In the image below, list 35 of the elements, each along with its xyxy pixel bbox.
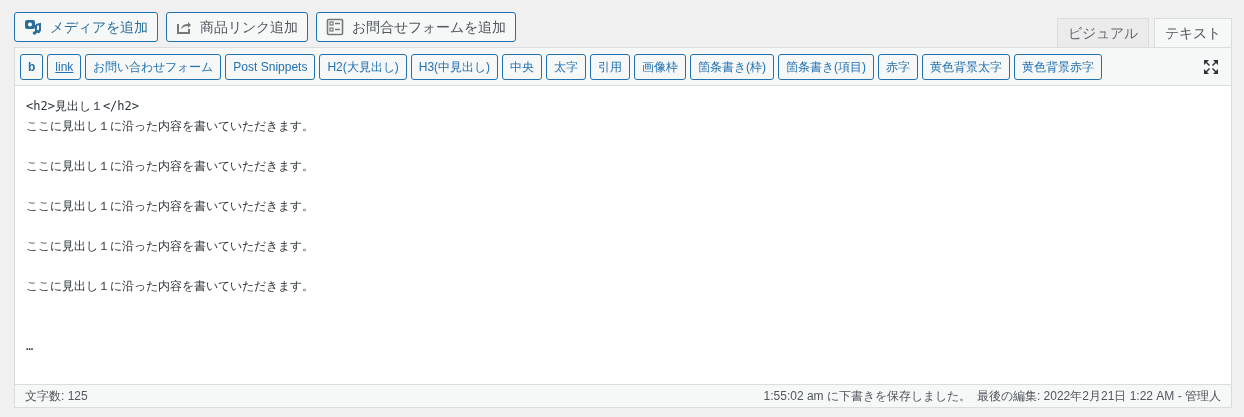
quicktag-button[interactable]: 箇条書き(枠) [690, 53, 775, 80]
autosave-status: 1:55:02 am に下書きを保存しました。 [763, 388, 971, 405]
editor-line: <h2>見出し１</h2> [26, 98, 140, 115]
quicktag-button[interactable]: 箇条書き(項目) [778, 53, 875, 80]
editor-line: ここに見出し１に沿った内容を書いていただきます。 [26, 238, 314, 255]
quicktag-button[interactable]: H3(中見出し) [410, 53, 499, 80]
quicktag-button[interactable]: H2(大見出し) [319, 53, 407, 80]
editor-tab[interactable]: ビジュアル [1057, 18, 1149, 47]
editor-line: ここに見出し１に沿った内容を書いていただきます。 [26, 158, 314, 175]
quicktag-button[interactable]: 中央 [502, 53, 543, 80]
media-button[interactable]: お問合せフォームを追加 [316, 12, 516, 42]
quicktag-button[interactable]: 画像枠 [634, 53, 687, 80]
quicktag-button[interactable]: Post Snippets [225, 53, 316, 80]
quicktag-button[interactable]: 黄色背景赤字 [1014, 53, 1103, 80]
media-icon [24, 18, 42, 36]
text-editor[interactable]: <h2>見出し１</h2> ここに見出し１に沿った内容を書いていただきます。 ここに見出し１に沿った内容を書いていただきます。 ここに見出し１に沿った内容を書いていただきます。 ここに見出し１に沿った内容を書いていただきます。 ここに見出し１に沿った内容を書いていただきます。 … [15, 86, 1231, 384]
media-button[interactable]: メディアを追加 [14, 12, 158, 42]
quicktag-button[interactable]: 赤字 [878, 53, 919, 80]
fullscreen-icon[interactable] [1202, 57, 1220, 76]
editor-line: ここに見出し１に沿った内容を書いていただきます。 [26, 118, 314, 135]
editor-line: … [26, 338, 34, 355]
quicktag-button[interactable]: お問い合わせフォーム [85, 53, 222, 80]
editor-tab[interactable]: テキスト [1154, 18, 1232, 47]
quicktag-button[interactable]: 太字 [546, 53, 587, 80]
word-count: 文字数: 125 [25, 388, 88, 405]
media-button[interactable]: 商品リンク追加 [166, 12, 308, 42]
editor-line: ここに見出し１に沿った内容を書いていただきます。 [26, 278, 314, 295]
editor-line: ここに見出し１に沿った内容を書いていただきます。 [26, 198, 314, 215]
quicktag-button[interactable]: link [47, 53, 82, 80]
share-icon [176, 19, 192, 35]
form-icon [326, 18, 344, 36]
quicktag-button[interactable]: 引用 [590, 53, 631, 80]
last-edited-status: 最後の編集: 2022年2月21日 1:22 AM - 管理人 [976, 388, 1221, 405]
quicktag-button[interactable]: b [20, 53, 44, 80]
quicktag-button[interactable]: 黄色背景太字 [922, 53, 1011, 80]
